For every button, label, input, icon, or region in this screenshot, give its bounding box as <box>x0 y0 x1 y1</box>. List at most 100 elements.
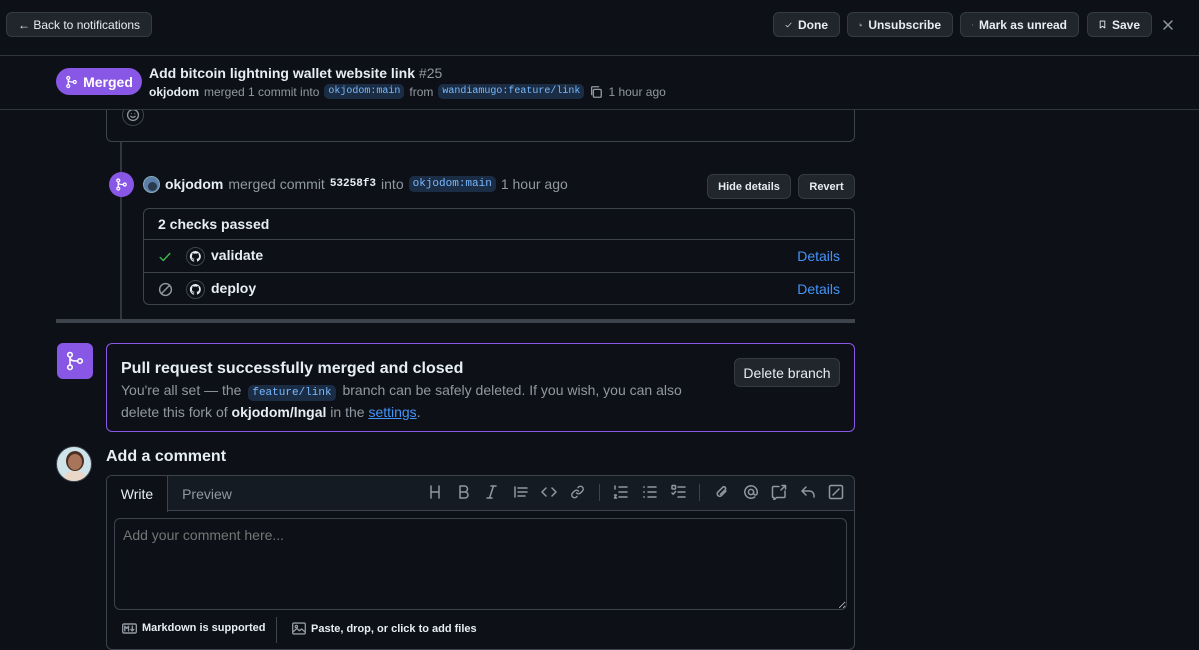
merged-box-text: You're all set — the feature/link branch… <box>121 381 717 422</box>
merged-box-text-c: fork of <box>188 404 228 420</box>
unsubscribe-button[interactable]: Unsubscribe <box>847 12 953 37</box>
settings-link[interactable]: settings <box>368 404 416 420</box>
attach-note-label: Paste, drop, or click to add files <box>311 622 477 635</box>
merged-state-badge: Merged <box>56 68 142 95</box>
merged-box-title: Pull request successfully merged and clo… <box>121 360 464 377</box>
markdown-note-label: Markdown is supported <box>142 622 266 634</box>
tab-preview[interactable]: Preview <box>168 476 246 511</box>
merge-event-badge <box>109 172 134 197</box>
mention-icon[interactable] <box>743 484 759 500</box>
avatar[interactable] <box>143 175 160 193</box>
pr-title[interactable]: Add bitcoin lightning wallet website lin… <box>149 65 415 81</box>
pr-sticky-header: Merged Add bitcoin lightning wallet webs… <box>0 56 1199 110</box>
unordered-list-icon[interactable] <box>642 484 657 500</box>
tab-write-label: Write <box>120 486 154 502</box>
pr-title-line: Add bitcoin lightning wallet website lin… <box>149 65 442 81</box>
italic-icon[interactable] <box>485 484 498 500</box>
into-text: into <box>381 176 404 192</box>
github-mark-icon <box>186 247 205 266</box>
check-name: validate <box>211 247 264 263</box>
check-details-link[interactable]: Details <box>797 281 840 297</box>
markdown-icon <box>122 622 137 634</box>
revert-label: Revert <box>809 180 844 193</box>
footer-divider <box>276 617 277 643</box>
done-button[interactable]: Done <box>773 12 840 37</box>
tasklist-icon[interactable] <box>671 484 686 500</box>
revert-button[interactable]: Revert <box>798 174 855 199</box>
cross-reference-icon[interactable] <box>771 484 787 500</box>
git-merge-icon <box>66 351 84 371</box>
comment-textarea[interactable] <box>114 518 847 610</box>
pr-merged-text: merged 1 commit into <box>204 84 320 99</box>
bell-slash-icon <box>859 23 863 26</box>
merged-box-text-a: You're all set — the <box>121 382 242 398</box>
check-name: deploy <box>211 280 257 296</box>
check-details-link[interactable]: Details <box>797 248 840 264</box>
smiley-icon <box>126 108 140 122</box>
bold-icon[interactable] <box>457 484 470 500</box>
head-branch[interactable]: wandiamugo:feature/link <box>438 84 585 99</box>
mark-as-unread-button[interactable]: Mark as unread <box>960 12 1079 37</box>
hide-details-label: Hide details <box>718 180 780 193</box>
unsubscribe-label: Unsubscribe <box>868 17 941 32</box>
copy-icon[interactable] <box>589 85 603 99</box>
merged-box-text-d: in the <box>330 404 365 420</box>
base-branch[interactable]: okjodom:main <box>324 84 405 99</box>
dot-icon <box>972 24 973 25</box>
pr-author-link[interactable]: okjodom <box>149 85 199 99</box>
merged-commit-text: merged commit <box>228 176 325 192</box>
tab-write[interactable]: Write <box>107 476 168 512</box>
save-label: Save <box>1111 17 1140 32</box>
toolbar-divider <box>599 484 600 501</box>
reply-icon[interactable] <box>800 484 816 500</box>
comment-editor: Write Preview Markdown is supported Past… <box>106 475 855 650</box>
mark-unread-label: Mark as unread <box>978 17 1067 32</box>
merged-box-period: . <box>416 404 421 420</box>
delete-branch-label: Delete branch <box>743 364 831 381</box>
diff-icon[interactable] <box>828 484 844 500</box>
commit-sha-link[interactable]: 53258f3 <box>330 178 376 190</box>
bookmark-icon <box>1099 20 1106 29</box>
merge-event-line: okjodom merged commit 53258f3 into okjod… <box>143 175 568 193</box>
merged-box-icon <box>57 343 93 379</box>
check-icon <box>159 252 171 262</box>
back-to-notifications-button[interactable]: ← Back to notifications <box>6 12 153 37</box>
fork-repo-name: okjodom/lngal <box>231 404 327 420</box>
skip-icon <box>158 282 173 297</box>
pr-from-text: from <box>409 84 434 99</box>
toolbar-divider <box>699 484 700 501</box>
quote-icon[interactable] <box>513 484 528 500</box>
add-comment-heading: Add a comment <box>106 448 227 465</box>
merge-time-link[interactable]: 1 hour ago <box>501 176 568 192</box>
tab-preview-label: Preview <box>182 485 232 502</box>
hide-details-button[interactable]: Hide details <box>707 174 791 199</box>
merge-author-link[interactable]: okjodom <box>165 176 223 192</box>
check-row-deploy: deploy Details <box>144 272 854 304</box>
close-icon[interactable] <box>1162 19 1174 31</box>
check-row-validate: validate Details <box>144 239 854 272</box>
save-button[interactable]: Save <box>1087 12 1152 37</box>
attach-files-button[interactable]: Paste, drop, or click to add files <box>292 622 477 635</box>
link-icon[interactable] <box>570 484 585 500</box>
heading-icon[interactable] <box>428 484 442 500</box>
git-merge-icon <box>116 178 127 191</box>
ordered-list-icon[interactable] <box>613 484 628 500</box>
pr-meta-line: okjodom merged 1 commit into okjodom:mai… <box>149 84 666 99</box>
notification-bar: ← Back to notifications Done Unsubscribe… <box>0 0 1199 56</box>
paperclip-icon[interactable] <box>715 484 729 500</box>
checks-summary: 2 checks passed <box>158 216 270 232</box>
merged-status-box: Pull request successfully merged and clo… <box>106 343 855 432</box>
git-merge-icon <box>66 75 77 88</box>
image-icon <box>292 622 306 635</box>
timeline-line <box>120 142 122 320</box>
merge-branch[interactable]: okjodom:main <box>408 176 496 192</box>
done-label: Done <box>798 17 828 32</box>
check-icon <box>785 22 792 27</box>
delete-branch-button[interactable]: Delete branch <box>734 358 840 387</box>
markdown-note[interactable]: Markdown is supported <box>122 622 265 634</box>
pr-time: 1 hour ago <box>608 84 666 99</box>
timeline-divider <box>56 319 855 323</box>
avatar[interactable] <box>56 446 92 482</box>
merged-branch: feature/link <box>248 385 336 401</box>
code-icon[interactable] <box>541 484 557 500</box>
